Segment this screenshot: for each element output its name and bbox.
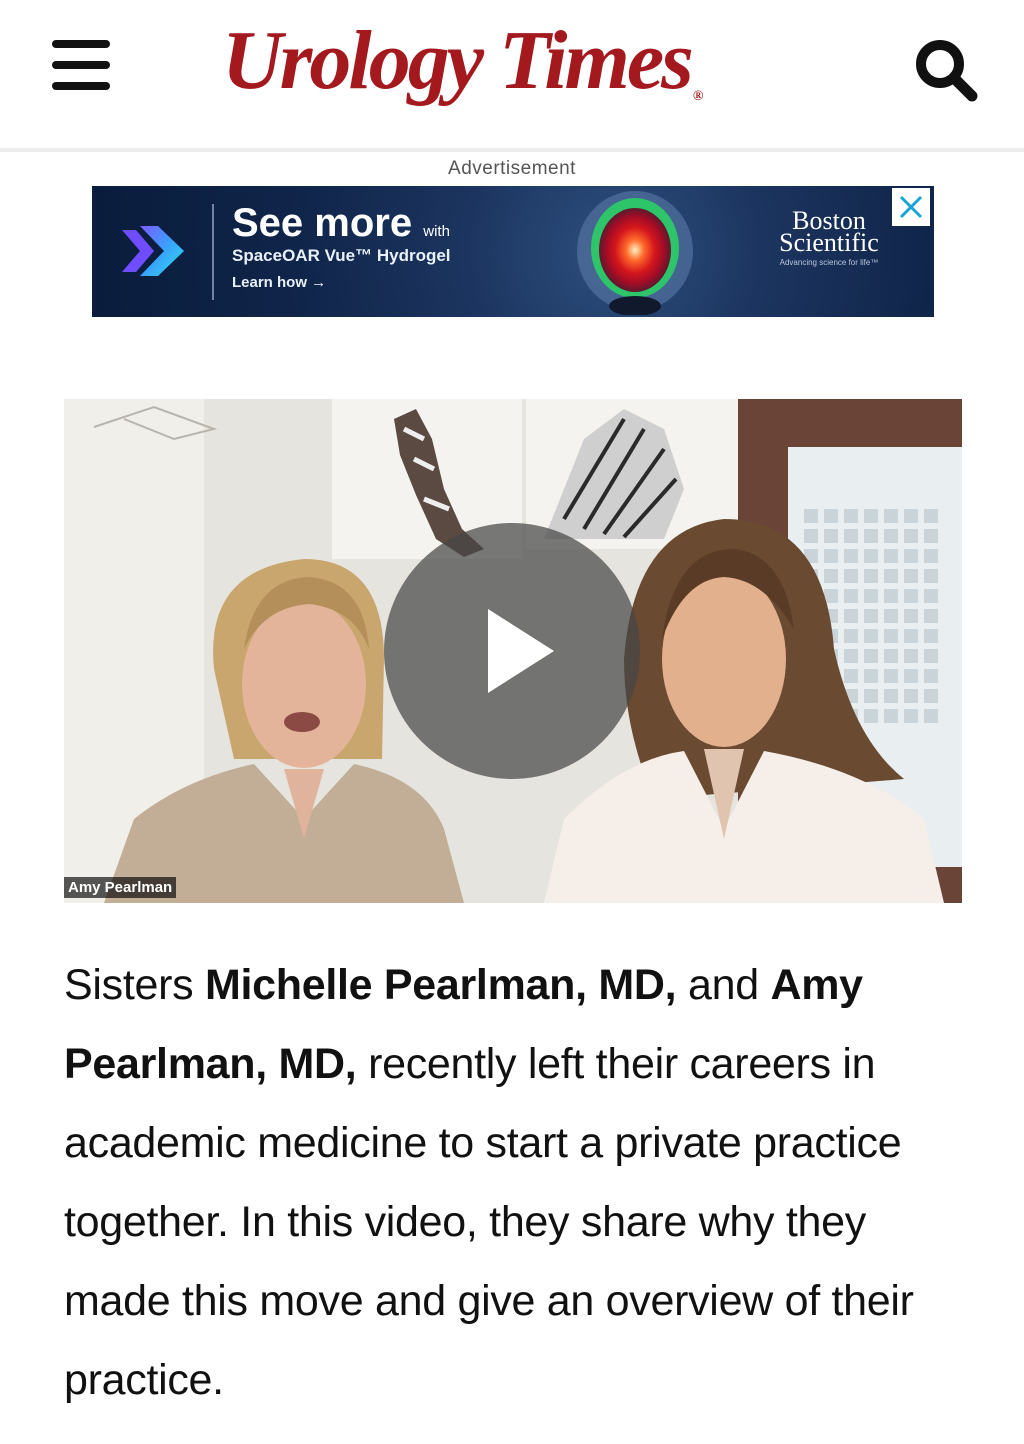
ad-learn-how-link[interactable]: Learn how → (232, 274, 326, 291)
article-name-bold: Michelle Pearlman, MD, (204, 961, 677, 1009)
ad-brand-logo: Boston Scientific (779, 206, 879, 257)
registered-mark: ® (692, 89, 704, 104)
ad-product-name: SpaceOAR Vue™ Hydrogel (232, 246, 451, 265)
ad-brand-tagline: Advancing science for life™ (779, 258, 879, 267)
site-logo[interactable]: Urology Times ® (222, 6, 822, 116)
ad-divider (212, 204, 214, 300)
article-text: recently left their careers in academic … (64, 1040, 914, 1404)
menu-bar (52, 82, 110, 90)
play-icon (488, 609, 554, 693)
menu-bar (52, 40, 110, 48)
prostate-scan-image (577, 191, 693, 315)
article-intro-paragraph: Sisters Michelle Pearlman, MD, and Amy P… (64, 946, 974, 1420)
site-header: Urology Times ® (0, 0, 1024, 152)
close-icon[interactable] (892, 188, 930, 226)
search-icon[interactable] (910, 36, 982, 102)
menu-bar (52, 61, 110, 69)
chevron-arrows-icon (122, 226, 184, 276)
hamburger-menu-icon[interactable] (52, 40, 110, 90)
ad-headline-text: See more (232, 201, 413, 245)
logo-text: Urology Times (222, 14, 694, 107)
ad-banner[interactable]: See more with SpaceOAR Vue™ Hydrogel Lea… (92, 186, 934, 317)
play-button[interactable] (384, 523, 640, 779)
article-text: and (676, 961, 771, 1009)
article-text: Sisters (64, 961, 205, 1009)
advertisement-label: Advertisement (448, 158, 576, 179)
speaker-name-tag: Amy Pearlman (64, 877, 177, 898)
video-player[interactable]: Amy Pearlman (64, 399, 962, 903)
ad-headline-suffix: with (423, 223, 450, 240)
